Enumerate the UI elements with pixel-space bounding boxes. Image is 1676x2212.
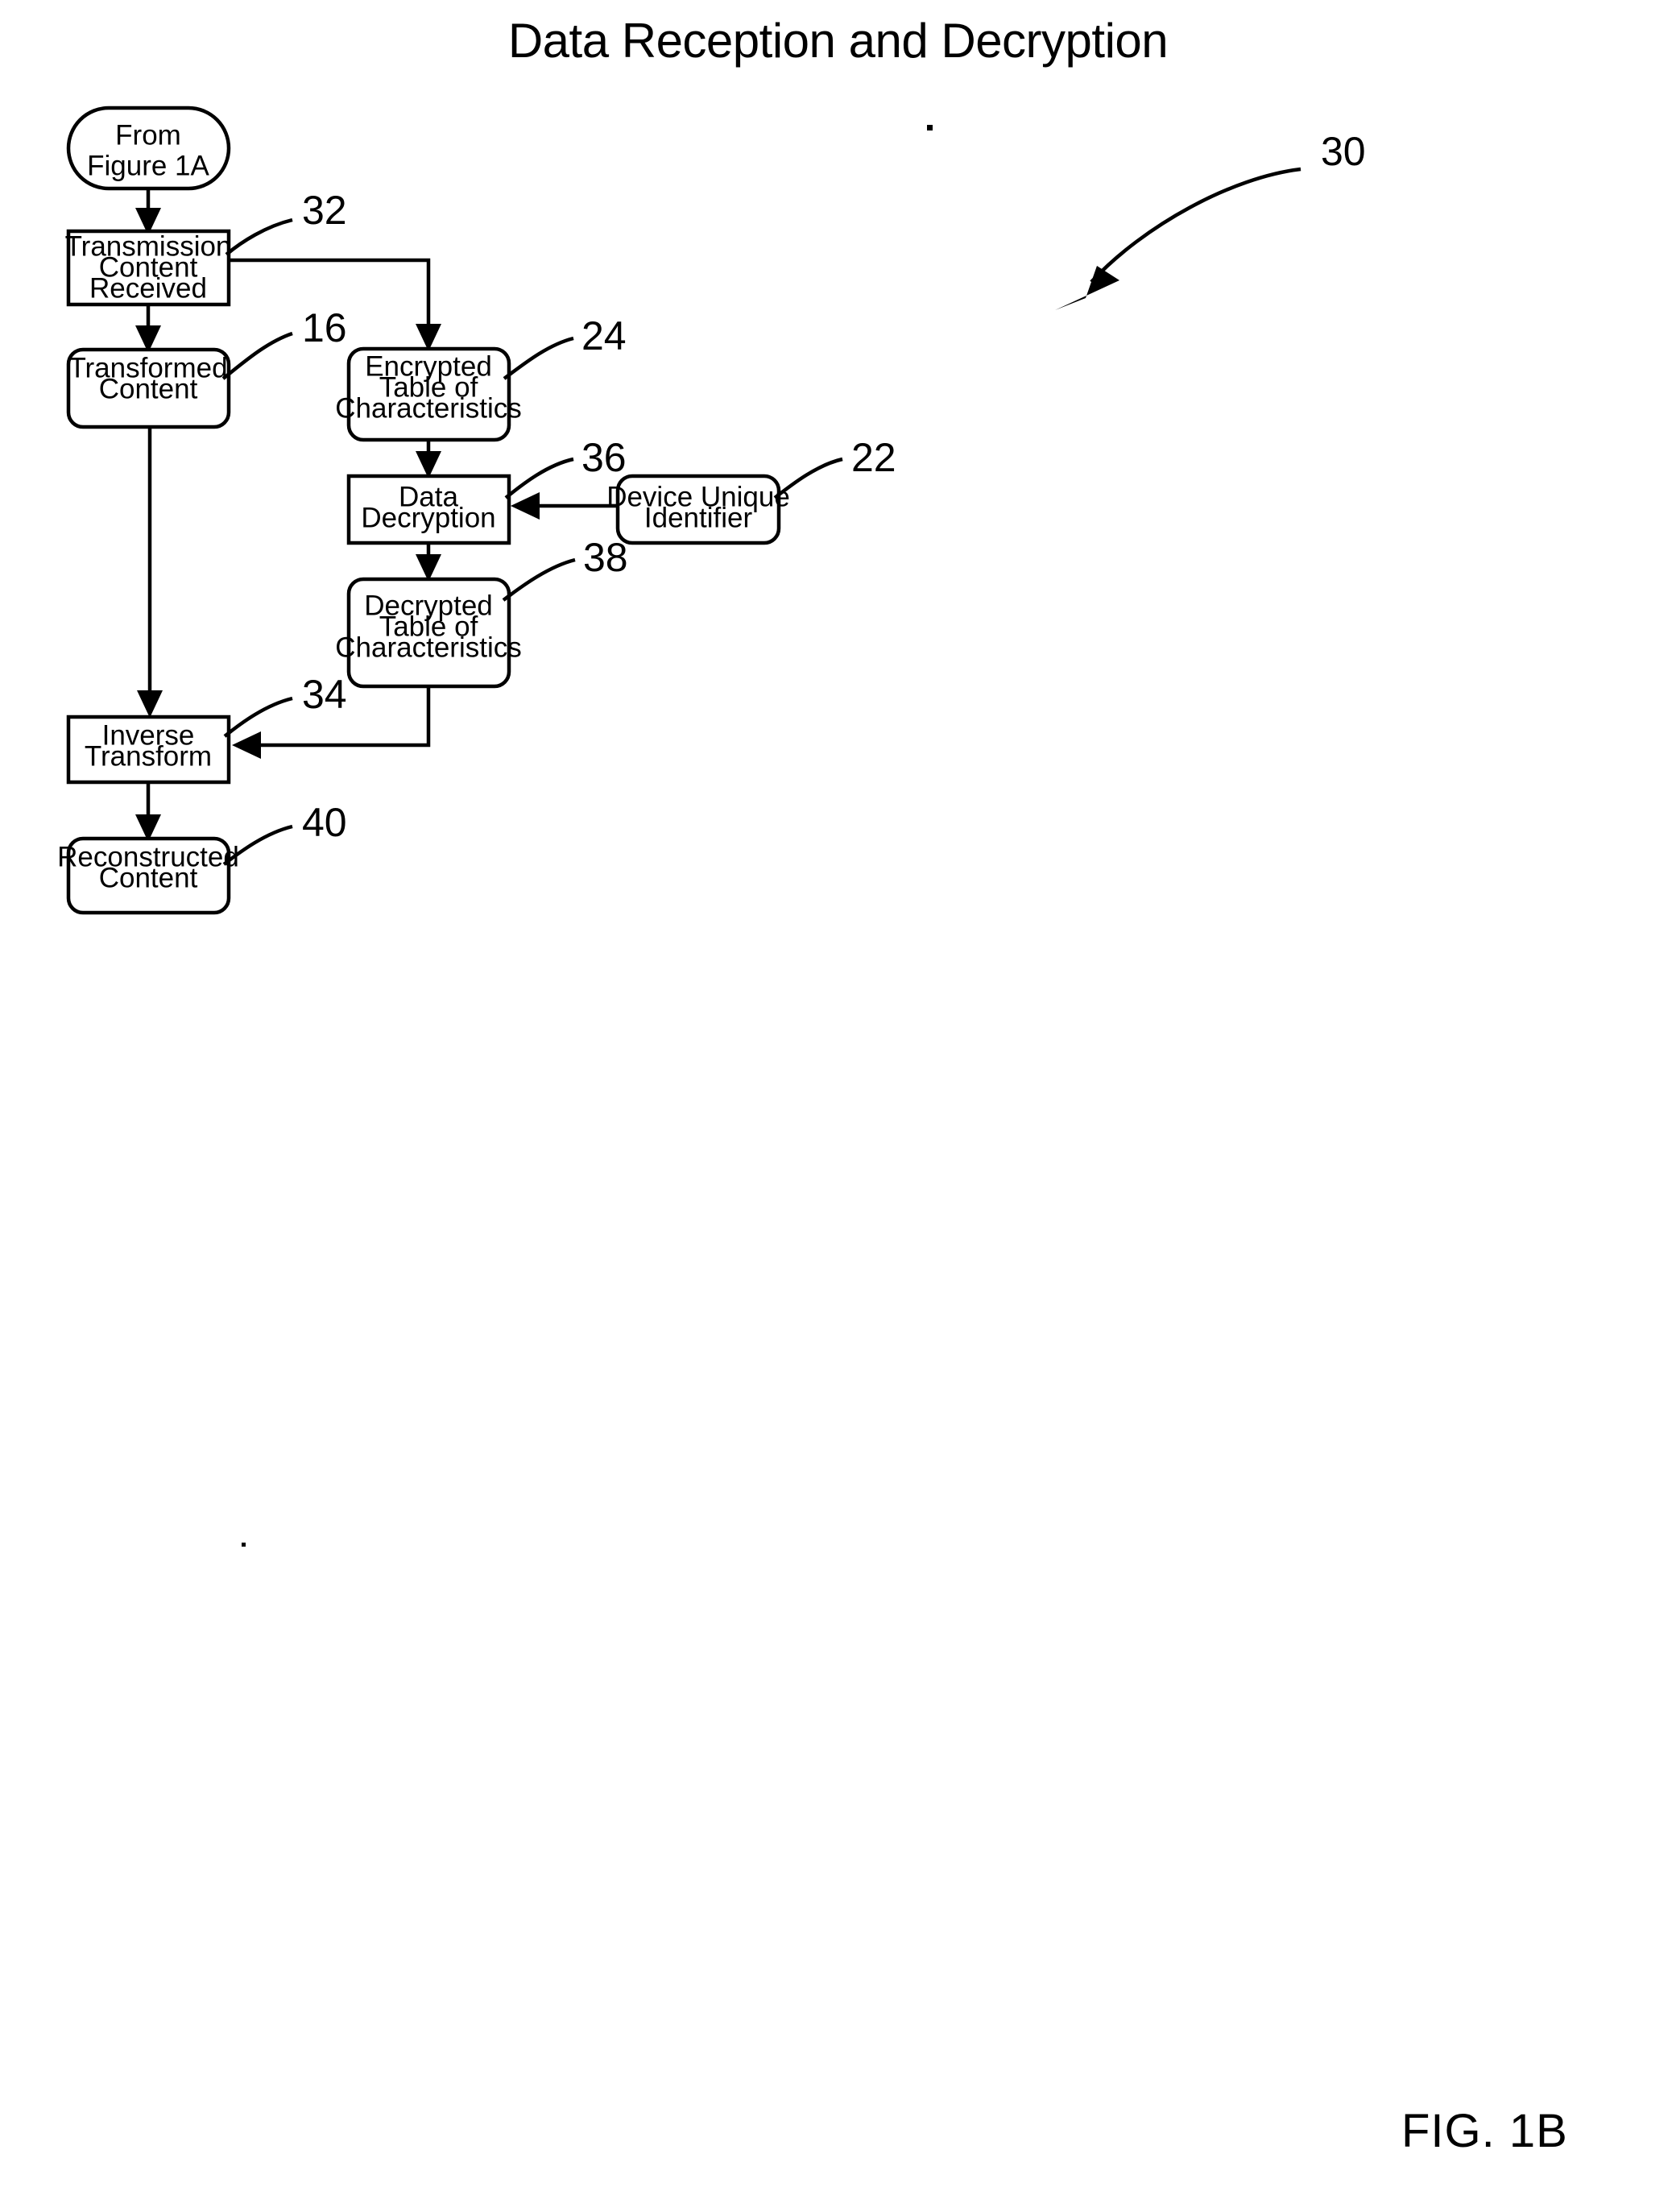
patent-figure: Data Reception and Decryption 30 From Fi… <box>0 0 1676 2212</box>
node-reconstructed-line2: Content <box>99 862 198 893</box>
node-transformed-line2: Content <box>99 373 198 404</box>
node-transmission-line3: Received <box>89 272 207 304</box>
reference-label-30: 30 <box>1321 129 1366 174</box>
leader-line-30 <box>1090 167 1301 284</box>
arrow-head-to-decryption-left <box>511 492 540 520</box>
node-data-decryption-line2: Decryption <box>361 502 495 533</box>
leader-line-24 <box>503 336 574 380</box>
node-device-id-line2: Identifier <box>644 502 753 533</box>
arrow-head-30 <box>1055 266 1119 310</box>
reference-label-32: 32 <box>302 188 347 233</box>
leader-line-32 <box>225 217 293 256</box>
reference-label-38: 38 <box>583 535 628 580</box>
leader-line-38 <box>502 557 576 602</box>
arrow-head-to-inverse-top <box>137 690 163 718</box>
scan-speck <box>242 1543 246 1547</box>
reference-label-24: 24 <box>581 313 627 358</box>
node-from-figure-1a-line2: Figure 1A <box>87 150 209 181</box>
scan-speck <box>927 125 933 130</box>
arrow-head-to-inverse-right <box>232 731 261 759</box>
reference-label-22: 22 <box>851 435 896 480</box>
node-inverse-line2: Transform <box>85 740 212 772</box>
node-decrypted-line3: Characteristics <box>335 632 521 663</box>
reference-label-16: 16 <box>302 305 347 350</box>
reference-label-40: 40 <box>302 800 347 845</box>
leader-line-16 <box>221 331 293 380</box>
node-encrypted-line3: Characteristics <box>335 392 521 424</box>
leader-line-22 <box>773 457 843 499</box>
leader-line-34 <box>223 696 293 738</box>
figure-caption: FIG. 1B <box>1401 2105 1568 2157</box>
leader-line-36 <box>504 457 574 499</box>
node-from-figure-1a-line1: From <box>115 119 181 151</box>
flowchart-diagram: 30 From Figure 1A Transmission Content R… <box>57 106 1366 1547</box>
reference-label-36: 36 <box>581 435 627 480</box>
reference-label-34: 34 <box>302 672 347 717</box>
